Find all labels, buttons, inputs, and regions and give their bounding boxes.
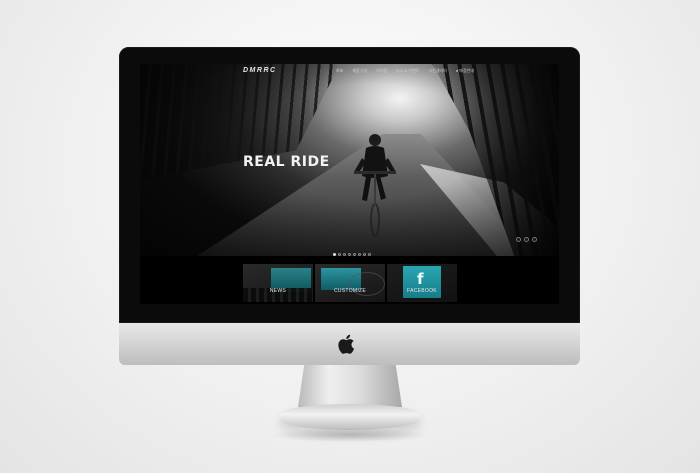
nav-item-6[interactable]: ● 매장안내 [456, 68, 474, 74]
news-tile-label: NEWS [269, 288, 287, 294]
nav-item-3[interactable]: 커스텀 [376, 68, 387, 74]
slide-dots [333, 253, 371, 256]
nav-item-5[interactable]: 사진갤러리 [428, 68, 446, 74]
hero-slider[interactable]: DMRRC 최초 제품구성 커스텀 뉴스 & 이벤트 사진갤러리 ● 매장안내 … [140, 64, 559, 256]
slide-dot[interactable] [358, 253, 361, 256]
imac-mockup: DMRRC 최초 제품구성 커스텀 뉴스 & 이벤트 사진갤러리 ● 매장안내 … [0, 0, 700, 473]
slide-dot[interactable] [353, 253, 356, 256]
apple-logo-icon [338, 334, 355, 354]
monitor-stand-base [280, 404, 420, 430]
nav-item-4[interactable]: 뉴스 & 이벤트 [396, 68, 419, 74]
slide-arrows [516, 237, 537, 242]
stand-shadow [270, 428, 430, 442]
hero-vignette [140, 64, 559, 256]
facebook-icon: f [417, 270, 424, 288]
slide-dot[interactable] [338, 253, 341, 256]
site-nav: 최초 제품구성 커스텀 뉴스 & 이벤트 사진갤러리 ● 매장안내 [336, 68, 474, 74]
facebook-tile[interactable]: f FACEBOOK [387, 264, 457, 302]
hero-title: REAL RIDE [243, 154, 330, 170]
feature-tiles: NEWS CUSTOMIZE f FACEBOOK [243, 264, 457, 302]
facebook-tile-label: FACEBOOK [407, 288, 437, 294]
slide-dot[interactable] [333, 253, 336, 256]
customize-tile-label: CUSTOMIZE [333, 288, 367, 294]
website-screen: DMRRC 최초 제품구성 커스텀 뉴스 & 이벤트 사진갤러리 ● 매장안내 … [140, 64, 559, 304]
slide-dot[interactable] [363, 253, 366, 256]
slide-pause-icon[interactable] [524, 237, 529, 242]
monitor-stand-neck [298, 365, 402, 407]
site-logo[interactable]: DMRRC [243, 67, 277, 74]
nav-item-2[interactable]: 제품구성 [352, 68, 367, 74]
news-tile[interactable]: NEWS [243, 264, 313, 302]
customize-tile[interactable]: CUSTOMIZE [315, 264, 385, 302]
slide-dot[interactable] [343, 253, 346, 256]
slide-next-icon[interactable] [532, 237, 537, 242]
slide-prev-icon[interactable] [516, 237, 521, 242]
nav-item-1[interactable]: 최초 [336, 68, 343, 74]
slide-dot[interactable] [368, 253, 371, 256]
slide-dot[interactable] [348, 253, 351, 256]
